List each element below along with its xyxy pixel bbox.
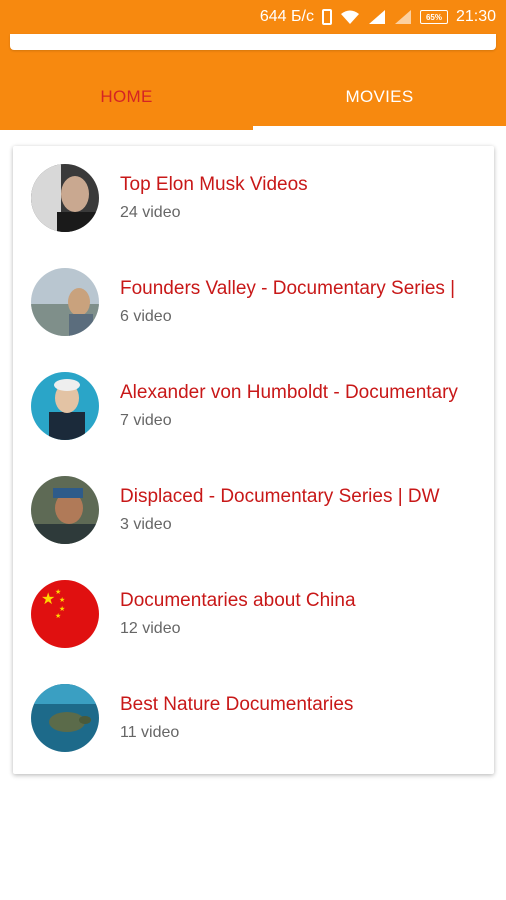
tab-movies-label: MOVIES [345, 87, 414, 106]
playlist-item-elon-musk[interactable]: Top Elon Musk Videos 24 video [13, 146, 494, 250]
playlist-card: Top Elon Musk Videos 24 video Founders V… [13, 146, 494, 774]
playlist-title: Documentaries about China [120, 590, 356, 611]
playlist-item-china[interactable]: ★ ★ ★ ★ ★ Documentaries about China 12 v… [13, 562, 494, 666]
phone-icon [321, 9, 332, 25]
playlist-title: Best Nature Documentaries [120, 694, 354, 715]
signal-icon [368, 9, 386, 25]
playlist-count: 6 video [120, 308, 172, 325]
playlist-count: 3 video [120, 516, 172, 533]
playlist-count: 24 video [120, 204, 181, 221]
playlist-title: Displaced - Documentary Series | DW [120, 486, 440, 507]
elon-musk-thumbnail-icon [31, 164, 99, 232]
playlist-item-founders-valley[interactable]: Founders Valley - Documentary Series | 6… [13, 250, 494, 354]
signal-icon-2 [394, 9, 412, 25]
svg-text:★: ★ [55, 612, 61, 620]
svg-text:★: ★ [55, 588, 61, 596]
tab-home-label: HOME [100, 87, 153, 106]
playlist-title: Founders Valley - Documentary Series | [120, 278, 456, 299]
playlist-count: 11 video [120, 724, 180, 741]
tab-bar: HOME MOVIES [0, 64, 506, 130]
playlist-count: 12 video [120, 620, 181, 637]
displaced-thumbnail-icon [31, 476, 99, 544]
playlist-count: 7 video [120, 412, 172, 429]
clock: 21:30 [455, 8, 496, 25]
battery-icon: 65% [419, 10, 448, 24]
search-bar[interactable] [10, 34, 496, 50]
svg-text:★: ★ [41, 589, 55, 608]
status-bar: 644 Б/с 65% 21:30 [0, 0, 506, 34]
china-flag-thumbnail-icon: ★ ★ ★ ★ ★ [31, 580, 99, 648]
svg-text:★: ★ [59, 596, 65, 604]
network-speed: 644 Б/с [259, 8, 314, 25]
wifi-icon [340, 9, 360, 25]
playlist-title: Top Elon Musk Videos [120, 174, 308, 195]
humboldt-thumbnail-icon [31, 372, 99, 440]
playlist-item-nature[interactable]: Best Nature Documentaries 11 video [13, 666, 494, 770]
app-header: 644 Б/с 65% 21:30 HOME MOVIES [0, 0, 506, 130]
tab-movies[interactable]: MOVIES [253, 64, 506, 130]
playlist-title: Alexander von Humboldt - Documentary [120, 382, 458, 403]
tab-indicator [253, 126, 506, 130]
nature-turtle-thumbnail-icon [31, 684, 99, 752]
playlist-item-displaced[interactable]: Displaced - Documentary Series | DW 3 vi… [13, 458, 494, 562]
playlist-item-humboldt[interactable]: Alexander von Humboldt - Documentary 7 v… [13, 354, 494, 458]
tab-home[interactable]: HOME [0, 64, 253, 130]
founders-valley-thumbnail-icon [31, 268, 99, 336]
